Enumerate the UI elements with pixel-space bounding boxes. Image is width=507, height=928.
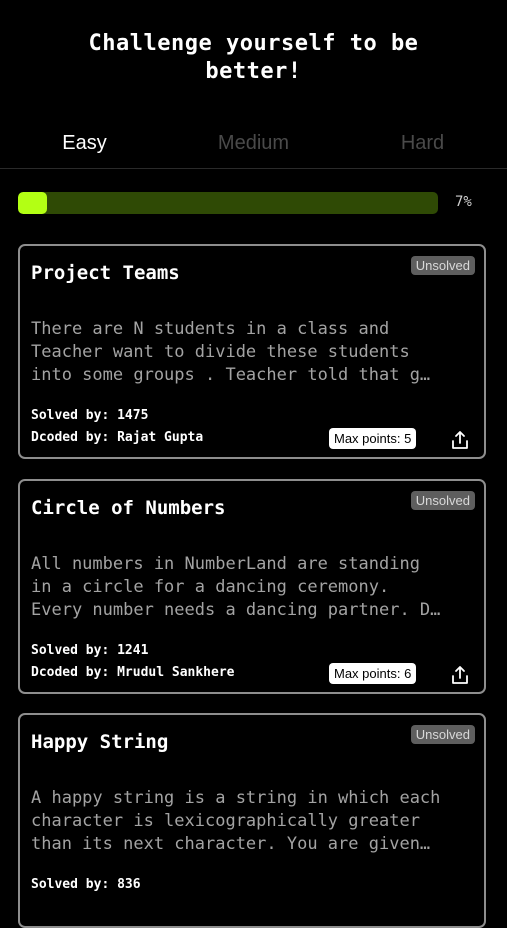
progress-bar-fill	[18, 192, 48, 214]
status-badge: Unsolved	[410, 491, 475, 510]
max-points-badge: Max points: 6	[329, 663, 417, 684]
description-line: than its next character. You are given…	[31, 834, 431, 854]
author: Dcoded by: Rajat Gupta	[31, 430, 204, 445]
difficulty-tabs: Easy Medium Hard	[0, 128, 507, 169]
problem-card-happy-string[interactable]: Happy String Unsolved A happy string is …	[18, 713, 486, 928]
progress-bar	[18, 192, 438, 214]
description-line: A happy string is a string in which each	[31, 788, 441, 808]
description-line: in a circle for a dancing ceremony.	[31, 577, 390, 597]
description-line: Every number needs a dancing partner. D…	[31, 600, 441, 620]
page-title-line-1: Challenge yourself to be	[88, 31, 419, 56]
problem-description: A happy string is a string in which each…	[31, 787, 471, 856]
tab-medium[interactable]: Medium	[169, 128, 338, 158]
problem-description: There are N students in a class and Teac…	[31, 318, 471, 387]
problem-title: Circle of Numbers	[31, 497, 226, 519]
page-title-line-2: better!	[205, 59, 302, 84]
problem-card-circle-of-numbers[interactable]: Circle of Numbers Unsolved All numbers i…	[18, 479, 486, 694]
share-icon[interactable]	[450, 430, 470, 450]
tab-hard[interactable]: Hard	[338, 128, 507, 158]
author: Dcoded by: Mrudul Sankhere	[31, 665, 235, 680]
problem-card-project-teams[interactable]: Project Teams Unsolved There are N stude…	[18, 244, 486, 459]
description-line: into some groups . Teacher told that g…	[31, 365, 431, 385]
status-badge: Unsolved	[410, 256, 475, 275]
problem-title: Happy String	[31, 731, 169, 753]
status-badge: Unsolved	[410, 725, 475, 744]
description-line: There are N students in a class and	[31, 319, 390, 339]
page-title: Challenge yourself to be better!	[0, 30, 507, 86]
solved-count: Solved by: 1475	[31, 408, 149, 423]
share-icon[interactable]	[450, 665, 470, 685]
solved-count: Solved by: 1241	[31, 643, 149, 658]
description-line: All numbers in NumberLand are standing	[31, 554, 420, 574]
tab-easy[interactable]: Easy	[0, 128, 169, 158]
problem-title: Project Teams	[31, 262, 180, 284]
solved-count: Solved by: 836	[31, 877, 141, 892]
max-points-badge: Max points: 5	[329, 428, 417, 449]
progress-percent: 7%	[455, 194, 472, 210]
description-line: character is lexicographically greater	[31, 811, 420, 831]
problem-description: All numbers in NumberLand are standing i…	[31, 553, 471, 622]
description-line: Teacher want to divide these students	[31, 342, 410, 362]
